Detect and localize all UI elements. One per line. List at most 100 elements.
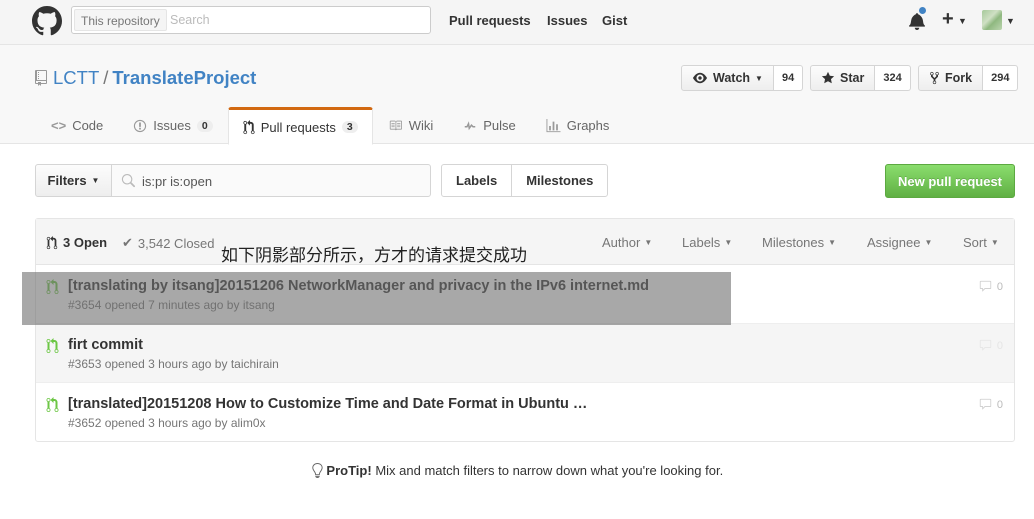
star-icon — [821, 71, 835, 84]
chevron-down-icon: ▼ — [958, 16, 967, 26]
check-icon: ✔ — [122, 235, 133, 250]
pull-request-icon — [46, 235, 58, 249]
fork-group: Fork 294 — [918, 65, 1019, 91]
milestones-filter[interactable]: Milestones ▼ — [762, 235, 836, 250]
pr-count-badge: 3 — [341, 121, 358, 133]
star-count[interactable]: 324 — [875, 65, 911, 91]
comments-link[interactable]: 0 — [978, 398, 1003, 411]
author-link[interactable]: taichirain — [231, 357, 279, 371]
pulse-icon — [464, 120, 476, 130]
comments-link[interactable]: 0 — [978, 339, 1003, 352]
site-search: This repository — [71, 6, 431, 34]
milestones-button[interactable]: Milestones — [511, 165, 607, 196]
pull-request-meta: #3653 opened 3 hours ago by taichirain — [68, 357, 279, 371]
protip-label: ProTip! — [326, 463, 372, 478]
watch-count[interactable]: 94 — [773, 65, 804, 91]
assignee-filter[interactable]: Assignee ▼ — [867, 235, 932, 250]
star-label: Star — [840, 71, 865, 85]
nav-pull-requests[interactable]: Pull requests — [449, 13, 531, 28]
chevron-down-icon: ▼ — [1006, 16, 1015, 26]
plus-icon[interactable]: + — [942, 8, 954, 31]
chevron-down-icon: ▼ — [990, 238, 999, 247]
fork-icon — [930, 71, 939, 85]
filter-search — [111, 164, 431, 197]
repo-title: LCTT / TranslateProject — [53, 67, 256, 89]
protip: ProTip! Mix and match filters to narrow … — [0, 463, 1034, 478]
filter-query-input[interactable] — [142, 173, 422, 189]
protip-text: Mix and match filters to narrow down wha… — [375, 463, 724, 478]
tab-label: Issues — [153, 118, 191, 133]
watch-label: Watch — [713, 71, 751, 85]
open-filter[interactable]: 3 Open — [46, 235, 107, 250]
watch-group: Watch ▼ 94 — [681, 65, 804, 91]
tab-graphs[interactable]: Graphs — [531, 107, 625, 144]
labels-filter[interactable]: Labels ▼ — [682, 235, 732, 250]
avatar[interactable] — [982, 10, 1002, 30]
eye-icon — [693, 72, 707, 84]
comment-icon — [979, 339, 992, 351]
sort-filter[interactable]: Sort ▼ — [963, 235, 999, 250]
unread-indicator — [918, 6, 927, 15]
labels-milestones-group: Labels Milestones — [441, 164, 609, 197]
open-count-label: 3 Open — [63, 235, 108, 250]
filters-dropdown[interactable]: Filters ▼ — [35, 164, 112, 197]
tab-wiki[interactable]: Wiki — [373, 107, 449, 144]
fork-count[interactable]: 294 — [983, 65, 1019, 91]
pull-request-icon — [243, 119, 255, 134]
tab-label: Wiki — [408, 118, 434, 133]
repo-owner-link[interactable]: LCTT — [53, 67, 99, 88]
tab-issues[interactable]: Issues 0 — [118, 107, 227, 144]
fork-label: Fork — [945, 71, 973, 85]
author-filter[interactable]: Author ▼ — [602, 235, 652, 250]
light-bulb-icon — [312, 463, 323, 478]
nav-issues[interactable]: Issues — [547, 13, 587, 28]
pull-request-icon — [46, 338, 59, 353]
author-link[interactable]: alim0x — [231, 416, 266, 430]
fork-button[interactable]: Fork — [918, 65, 984, 91]
filters-label: Filters — [47, 173, 87, 188]
list-item: [translated]20151208 How to Customize Ti… — [36, 383, 1014, 442]
tab-label: Pull requests — [260, 119, 336, 135]
repo-nav: <> Code Issues 0 Pull requests 3 Wiki Pu… — [36, 107, 625, 145]
book-icon — [389, 120, 402, 131]
site-header: This repository Pull requests Issues Gis… — [0, 0, 1034, 45]
repo-header: LCTT / TranslateProject Watch ▼ 94 Star 32… — [0, 45, 1034, 145]
graph-icon — [546, 118, 561, 132]
repo-icon — [35, 70, 47, 86]
filter-label: Milestones — [762, 235, 825, 250]
star-button[interactable]: Star — [810, 65, 876, 91]
labels-button[interactable]: Labels — [442, 165, 511, 196]
watch-button[interactable]: Watch ▼ — [681, 65, 774, 91]
pull-request-title[interactable]: firt commit — [68, 337, 143, 353]
author-link[interactable]: itsang — [243, 298, 275, 312]
filter-label: Labels — [682, 235, 721, 250]
list-item: [translating by itsang]20151206 NetworkM… — [36, 265, 1014, 324]
meta-text: #3654 opened 7 minutes ago by — [68, 298, 240, 312]
pull-request-icon — [46, 279, 59, 294]
pull-request-icon — [46, 397, 59, 412]
pull-request-meta: #3652 opened 3 hours ago by alim0x — [68, 416, 266, 430]
github-logo-icon[interactable] — [32, 6, 62, 36]
comment-icon — [979, 280, 992, 292]
tab-code[interactable]: <> Code — [36, 107, 118, 144]
new-pull-request-button[interactable]: New pull request — [885, 164, 1015, 198]
search-scope-label: This repository — [74, 9, 167, 31]
list-item: firt commit #3653 opened 3 hours ago by … — [36, 324, 1014, 383]
comment-icon — [979, 398, 992, 410]
repo-separator: / — [103, 67, 109, 88]
repo-name-link[interactable]: TranslateProject — [112, 67, 256, 88]
nav-gist[interactable]: Gist — [602, 13, 627, 28]
closed-count-label: 3,542 Closed — [137, 235, 215, 251]
code-icon: <> — [51, 118, 67, 133]
tab-pulse[interactable]: Pulse — [448, 107, 531, 144]
search-input[interactable] — [170, 11, 420, 29]
tab-pull-requests[interactable]: Pull requests 3 — [227, 107, 373, 145]
closed-filter[interactable]: ✔ 3,542 Closed — [122, 235, 215, 251]
star-group: Star 324 — [810, 65, 911, 91]
comment-count: 0 — [996, 280, 1003, 293]
comments-link[interactable]: 0 — [978, 280, 1003, 293]
filter-label: Author — [602, 235, 641, 250]
chevron-down-icon: ▼ — [755, 73, 763, 83]
pull-request-title[interactable]: [translating by itsang]20151206 NetworkM… — [68, 278, 649, 294]
pull-request-title[interactable]: [translated]20151208 How to Customize Ti… — [68, 396, 587, 412]
